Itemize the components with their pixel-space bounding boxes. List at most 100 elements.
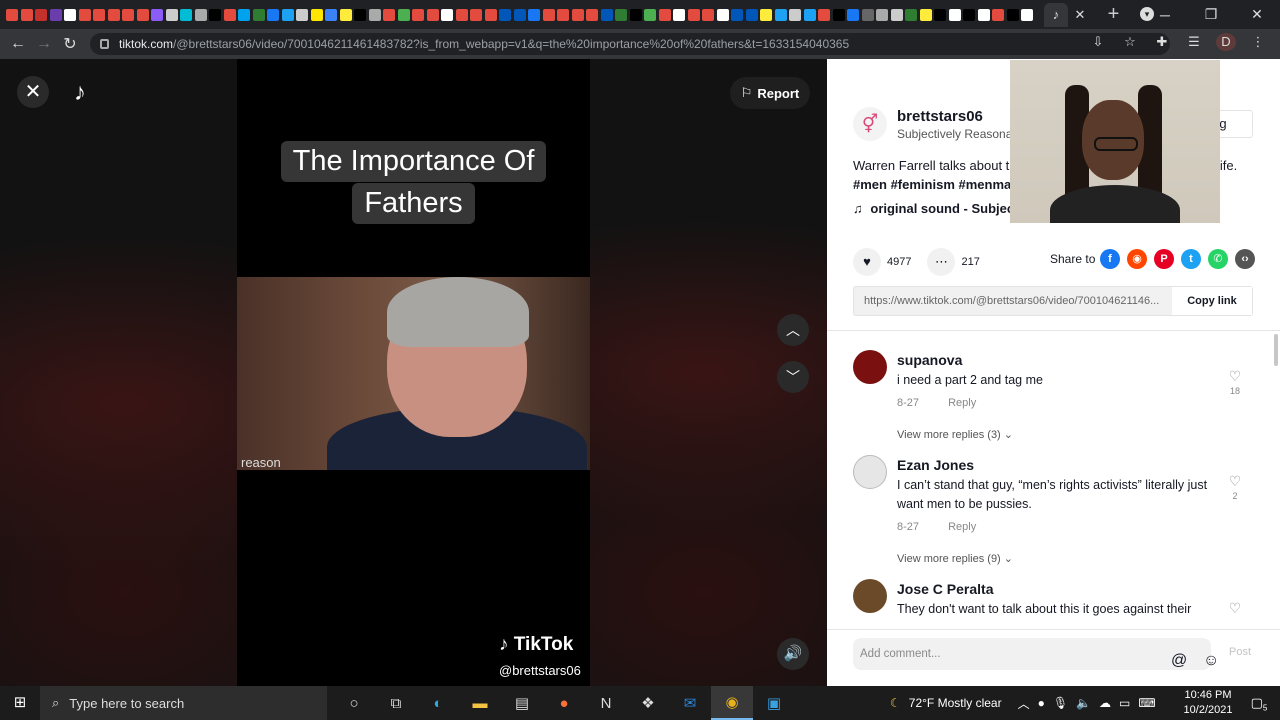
close-video-button[interactable]: ✕ <box>17 76 49 108</box>
next-video-button[interactable]: ﹀ <box>777 361 809 393</box>
cloud-icon[interactable]: ☁ <box>1099 696 1111 710</box>
browser-tab[interactable] <box>760 8 772 21</box>
browser-tab[interactable] <box>78 8 91 21</box>
mention-at-icon[interactable]: @ <box>1171 645 1187 677</box>
browser-tab[interactable] <box>745 8 758 21</box>
tray-chevron-icon[interactable]: ︿ <box>1018 695 1030 712</box>
browser-tab[interactable] <box>658 8 671 21</box>
browser-tab[interactable] <box>6 8 18 21</box>
browser-tab[interactable] <box>919 8 932 21</box>
twitter-share-icon[interactable]: t <box>1181 249 1201 269</box>
firefox-icon[interactable]: ● <box>543 695 585 712</box>
like-heart-icon[interactable]: ♥ <box>853 248 881 276</box>
browser-tab[interactable] <box>165 8 178 21</box>
whatsapp-share-icon[interactable]: ✆ <box>1208 249 1228 269</box>
tiktok-logo-icon[interactable]: ♪ <box>74 79 86 107</box>
browser-tab[interactable] <box>789 8 801 21</box>
browser-tab[interactable] <box>948 8 961 21</box>
browser-tab[interactable] <box>774 8 787 21</box>
browser-tab[interactable] <box>49 8 62 21</box>
browser-tab[interactable] <box>934 8 946 21</box>
browser-tab[interactable] <box>397 8 410 21</box>
report-button[interactable]: ⚐ Report <box>730 77 810 109</box>
file-explorer-icon[interactable]: ▬ <box>459 695 501 712</box>
bookmark-star-icon[interactable]: ☆ <box>1120 34 1140 50</box>
browser-tab[interactable] <box>818 8 830 21</box>
install-app-icon[interactable]: ⇩ <box>1088 34 1108 50</box>
embed-code-icon[interactable]: ‹› <box>1235 249 1255 269</box>
browser-tab[interactable] <box>354 8 366 21</box>
browser-tab[interactable] <box>629 8 642 21</box>
reddit-share-icon[interactable]: ◉ <box>1127 249 1147 269</box>
browser-tab[interactable] <box>600 8 613 21</box>
browser-tab[interactable] <box>484 8 497 21</box>
pinterest-share-icon[interactable]: P <box>1154 249 1174 269</box>
browser-tab[interactable] <box>992 8 1004 21</box>
close-tab-icon[interactable]: ✕ <box>1075 7 1086 23</box>
browser-tab[interactable] <box>832 8 845 21</box>
taskbar-search-box[interactable]: ⌕ Type here to search <box>40 686 327 720</box>
browser-tab[interactable] <box>731 8 743 21</box>
author-avatar[interactable]: ⚥ <box>853 107 887 141</box>
weather-text[interactable]: 72°F Mostly clear <box>909 696 1002 710</box>
post-button[interactable]: Post <box>1229 646 1251 658</box>
browser-tab[interactable] <box>876 8 888 21</box>
browser-tab[interactable] <box>1006 8 1019 21</box>
browser-tab[interactable] <box>267 8 279 21</box>
notion-icon[interactable]: N <box>585 695 627 712</box>
menu-kebab-icon[interactable]: ⋮ <box>1248 34 1268 50</box>
browser-tab[interactable] <box>542 8 555 21</box>
extensions-icon[interactable]: ✚ <box>1152 34 1172 50</box>
browser-tab[interactable] <box>716 8 729 21</box>
facebook-share-icon[interactable]: f <box>1100 249 1120 269</box>
commenter-avatar[interactable] <box>853 579 887 613</box>
close-window-button[interactable]: ✕ <box>1234 6 1280 23</box>
browser-tab[interactable] <box>513 8 526 21</box>
browser-tab[interactable] <box>586 8 598 21</box>
reading-list-icon[interactable]: ☰ <box>1184 34 1204 50</box>
browser-tab[interactable] <box>35 8 47 21</box>
new-tab-button[interactable]: + <box>1103 3 1123 26</box>
commenter-avatar[interactable] <box>853 455 887 489</box>
comment-like-icon[interactable]: ♡ <box>1227 473 1243 490</box>
forward-button[interactable]: → <box>31 35 57 53</box>
volume-button[interactable]: 🔊 <box>777 638 809 670</box>
view-more-replies[interactable]: View more replies (9) ⌄ <box>897 552 1013 565</box>
emoji-icon[interactable]: ☺ <box>1203 645 1219 677</box>
browser-tab[interactable] <box>223 8 236 21</box>
browser-tab[interactable] <box>615 8 627 21</box>
browser-tab[interactable] <box>136 8 149 21</box>
browser-tab[interactable] <box>673 8 685 21</box>
browser-tab[interactable] <box>847 8 859 21</box>
browser-tab[interactable] <box>557 8 569 21</box>
notification-center-icon[interactable]: ▢5 <box>1244 686 1274 720</box>
browser-tab[interactable] <box>412 8 424 21</box>
browser-tab[interactable] <box>122 8 134 21</box>
recorder-icon[interactable]: ▣ <box>753 694 795 712</box>
comment-like-icon[interactable]: ♡ <box>1227 368 1243 385</box>
browser-tab[interactable] <box>209 8 221 21</box>
task-view-icon[interactable]: ⧉ <box>375 695 417 712</box>
browser-tab[interactable] <box>702 8 714 21</box>
microphone-icon[interactable]: 🎙 <box>1053 696 1068 710</box>
browser-tab[interactable] <box>194 8 207 21</box>
store-icon[interactable]: ▤ <box>501 694 543 712</box>
browser-tab[interactable] <box>441 8 453 21</box>
browser-tab[interactable] <box>64 8 76 21</box>
browser-tab[interactable] <box>905 8 917 21</box>
reload-button[interactable]: ↻ <box>57 34 83 54</box>
chrome-icon[interactable]: ◉ <box>711 686 753 720</box>
browser-tab[interactable] <box>339 8 352 21</box>
browser-tab[interactable] <box>368 8 381 21</box>
commenter-name[interactable]: supanova <box>897 352 962 368</box>
browser-tab[interactable] <box>571 8 584 21</box>
browser-tab[interactable] <box>861 8 874 21</box>
commenter-name[interactable]: Ezan Jones <box>897 457 974 473</box>
browser-tab[interactable] <box>528 8 540 21</box>
browser-tab[interactable] <box>499 8 511 21</box>
reply-button[interactable]: Reply <box>948 521 976 533</box>
browser-tab[interactable] <box>644 8 656 21</box>
mail-icon[interactable]: ✉ <box>669 694 711 712</box>
browser-tab[interactable] <box>93 8 105 21</box>
browser-tab[interactable] <box>470 8 482 21</box>
